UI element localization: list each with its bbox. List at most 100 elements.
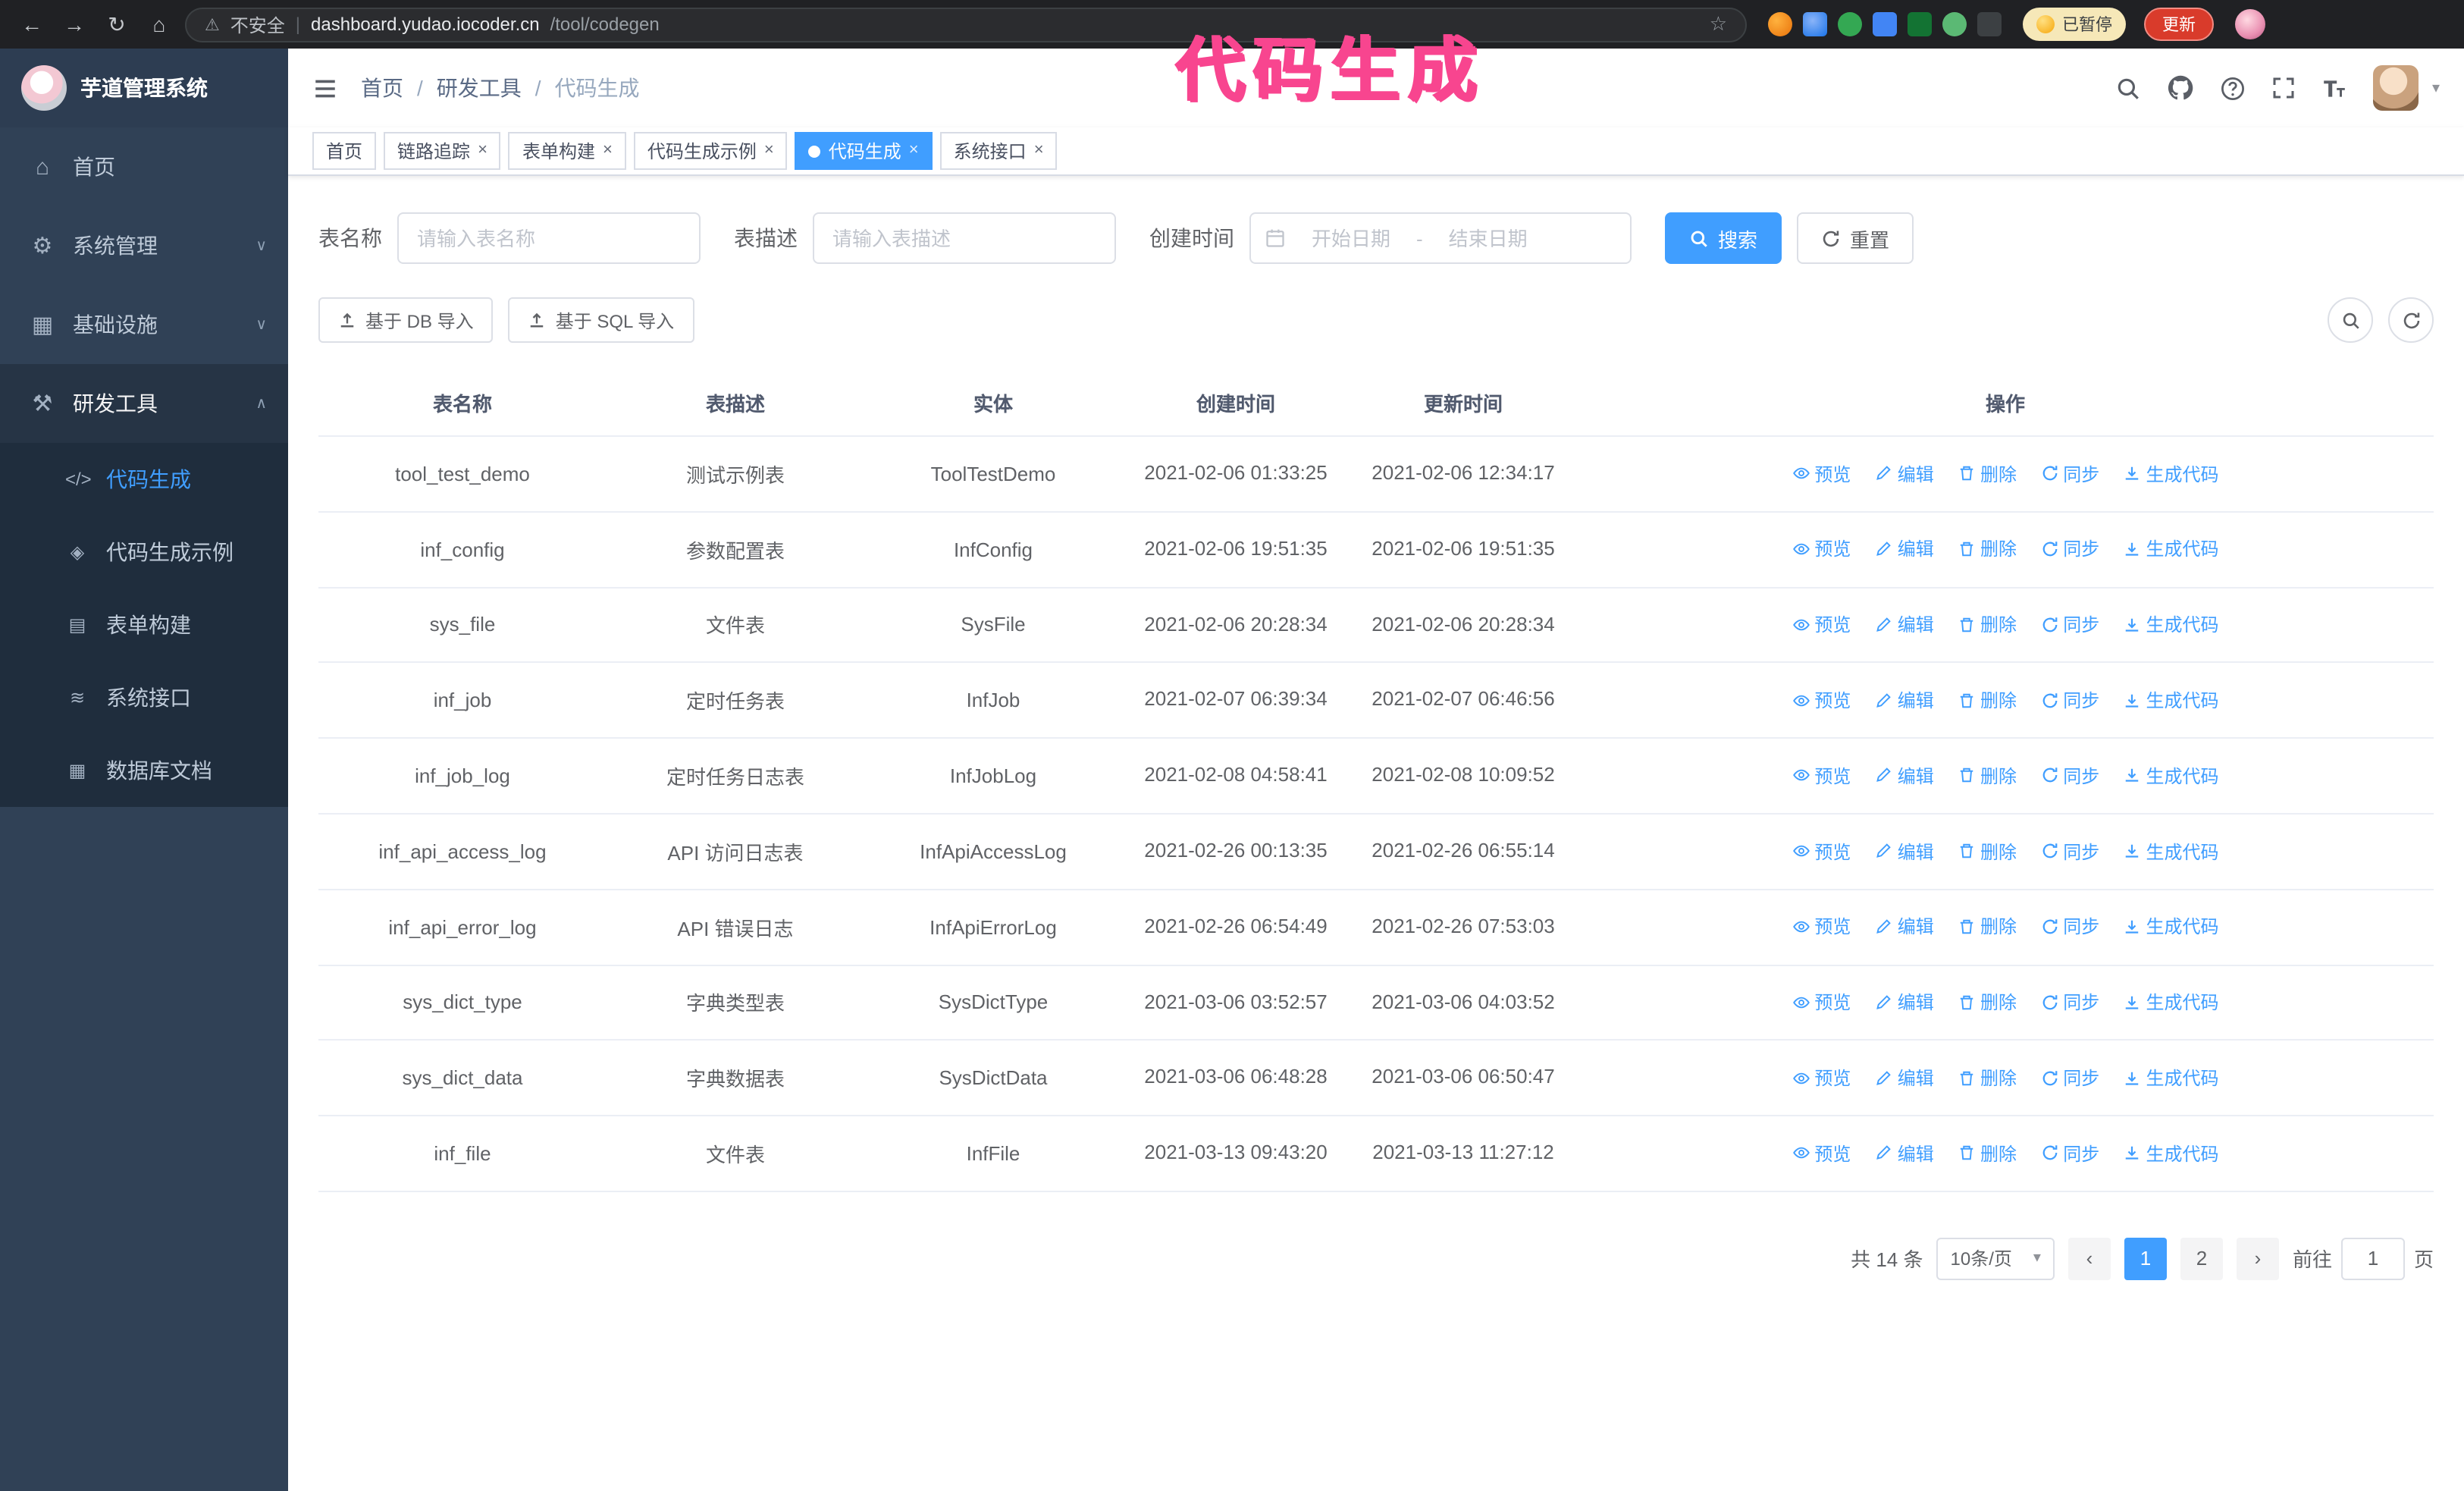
breadcrumb-dev-tools[interactable]: 研发工具 (437, 73, 522, 103)
preview-link[interactable]: 预览 (1792, 460, 1851, 486)
prev-page-button[interactable]: ‹ (2067, 1237, 2111, 1280)
goto-page-input[interactable] (2340, 1237, 2405, 1280)
help-icon[interactable] (2220, 75, 2246, 101)
search-icon[interactable] (2115, 75, 2141, 101)
edit-link[interactable]: 编辑 (1875, 1065, 1934, 1091)
paused-badge[interactable]: 已暂停 (2023, 8, 2126, 41)
tab-codegen[interactable]: 代码生成 × (795, 132, 933, 170)
preview-link[interactable]: 预览 (1792, 914, 1851, 940)
delete-link[interactable]: 删除 (1958, 611, 2017, 637)
tab-system-api[interactable]: 系统接口 × (939, 132, 1058, 170)
delete-link[interactable]: 删除 (1958, 1141, 2017, 1166)
tab-codegen-example[interactable]: 代码生成示例 × (633, 132, 788, 170)
table-name-input[interactable] (397, 212, 701, 264)
back-icon[interactable]: ← (15, 12, 49, 36)
sidebar-item-codegen-example[interactable]: ◈ 代码生成示例 (0, 516, 288, 589)
sidebar-item-system-management[interactable]: ⚙ 系统管理 ∨ (0, 206, 288, 285)
edit-link[interactable]: 编辑 (1875, 460, 1934, 486)
edit-link[interactable]: 编辑 (1875, 838, 1934, 864)
edit-link[interactable]: 编辑 (1875, 914, 1934, 940)
extension-icon[interactable] (1803, 12, 1827, 36)
security-label[interactable]: 不安全 (230, 11, 285, 37)
delete-link[interactable]: 删除 (1958, 914, 2017, 940)
page-button-1[interactable]: 1 (2124, 1237, 2167, 1280)
sidebar-item-dev-tools[interactable]: ⚒ 研发工具 ∧ (0, 364, 288, 443)
sidebar-item-codegen[interactable]: </> 代码生成 (0, 443, 288, 516)
bookmark-star-icon[interactable]: ☆ (1710, 12, 1727, 36)
sync-link[interactable]: 同步 (2040, 1065, 2099, 1091)
extension-icon[interactable] (1908, 12, 1932, 36)
next-page-button[interactable]: › (2236, 1237, 2279, 1280)
preview-link[interactable]: 预览 (1792, 611, 1851, 637)
preview-link[interactable]: 预览 (1792, 687, 1851, 713)
user-avatar[interactable] (2372, 65, 2419, 111)
update-button[interactable]: 更新 (2144, 8, 2214, 41)
delete-link[interactable]: 删除 (1958, 763, 2017, 789)
edit-link[interactable]: 编辑 (1875, 611, 1934, 637)
import-db-button[interactable]: 基于 DB 导入 (318, 297, 494, 343)
sidebar-item-infrastructure[interactable]: ▦ 基础设施 ∨ (0, 285, 288, 364)
sync-link[interactable]: 同步 (2040, 989, 2099, 1015)
browser-profile-avatar[interactable] (2235, 9, 2265, 39)
generate-code-link[interactable]: 生成代码 (2124, 1065, 2219, 1091)
sync-link[interactable]: 同步 (2040, 914, 2099, 940)
extension-icon[interactable] (1873, 12, 1897, 36)
reload-icon[interactable]: ↻ (100, 11, 133, 37)
tab-form-builder[interactable]: 表单构建 × (508, 132, 626, 170)
date-end-input[interactable] (1430, 227, 1546, 250)
browser-home-icon[interactable]: ⌂ (143, 12, 176, 36)
delete-link[interactable]: 删除 (1958, 1065, 2017, 1091)
generate-code-link[interactable]: 生成代码 (2124, 536, 2219, 562)
sync-link[interactable]: 同步 (2040, 536, 2099, 562)
preview-link[interactable]: 预览 (1792, 536, 1851, 562)
fullscreen-icon[interactable] (2271, 76, 2296, 100)
extension-icon[interactable] (1768, 12, 1792, 36)
toggle-search-button[interactable] (2328, 297, 2373, 343)
date-range-picker[interactable]: - (1249, 212, 1632, 264)
generate-code-link[interactable]: 生成代码 (2124, 914, 2219, 940)
page-size-select[interactable]: 10条/页 ▾ (1936, 1237, 2055, 1280)
sync-link[interactable]: 同步 (2040, 763, 2099, 789)
sync-link[interactable]: 同步 (2040, 611, 2099, 637)
tab-trace[interactable]: 链路追踪 × (384, 132, 501, 170)
table-desc-input[interactable] (813, 212, 1116, 264)
refresh-table-button[interactable] (2388, 297, 2434, 343)
preview-link[interactable]: 预览 (1792, 1065, 1851, 1091)
reset-button[interactable]: 重置 (1797, 212, 1914, 264)
delete-link[interactable]: 删除 (1958, 536, 2017, 562)
generate-code-link[interactable]: 生成代码 (2124, 687, 2219, 713)
generate-code-link[interactable]: 生成代码 (2124, 611, 2219, 637)
github-icon[interactable] (2167, 74, 2194, 102)
delete-link[interactable]: 删除 (1958, 838, 2017, 864)
sidebar-item-db-doc[interactable]: ▦ 数据库文档 (0, 734, 288, 807)
sidebar-item-system-api[interactable]: ≋ 系统接口 (0, 661, 288, 734)
hamburger-icon[interactable] (312, 75, 338, 101)
edit-link[interactable]: 编辑 (1875, 989, 1934, 1015)
sync-link[interactable]: 同步 (2040, 838, 2099, 864)
preview-link[interactable]: 预览 (1792, 989, 1851, 1015)
close-icon[interactable]: × (603, 142, 613, 159)
preview-link[interactable]: 预览 (1792, 1141, 1851, 1166)
forward-icon[interactable]: → (58, 12, 91, 36)
edit-link[interactable]: 编辑 (1875, 687, 1934, 713)
preview-link[interactable]: 预览 (1792, 838, 1851, 864)
edit-link[interactable]: 编辑 (1875, 763, 1934, 789)
generate-code-link[interactable]: 生成代码 (2124, 763, 2219, 789)
close-icon[interactable]: × (1034, 142, 1044, 159)
preview-link[interactable]: 预览 (1792, 763, 1851, 789)
address-bar[interactable]: ⚠ 不安全 | dashboard.yudao.iocoder.cn /tool… (185, 7, 1747, 42)
tab-home[interactable]: 首页 (312, 132, 377, 170)
generate-code-link[interactable]: 生成代码 (2124, 989, 2219, 1015)
edit-link[interactable]: 编辑 (1875, 536, 1934, 562)
sync-link[interactable]: 同步 (2040, 687, 2099, 713)
puzzle-extension-icon[interactable] (1977, 12, 2002, 36)
sidebar-item-home[interactable]: ⌂ 首页 (0, 127, 288, 206)
delete-link[interactable]: 删除 (1958, 687, 2017, 713)
close-icon[interactable]: × (909, 142, 919, 159)
import-sql-button[interactable]: 基于 SQL 导入 (508, 297, 694, 343)
delete-link[interactable]: 删除 (1958, 460, 2017, 486)
page-button-2[interactable]: 2 (2180, 1237, 2223, 1280)
caret-down-icon[interactable]: ▾ (2432, 80, 2440, 96)
generate-code-link[interactable]: 生成代码 (2124, 1141, 2219, 1166)
generate-code-link[interactable]: 生成代码 (2124, 838, 2219, 864)
